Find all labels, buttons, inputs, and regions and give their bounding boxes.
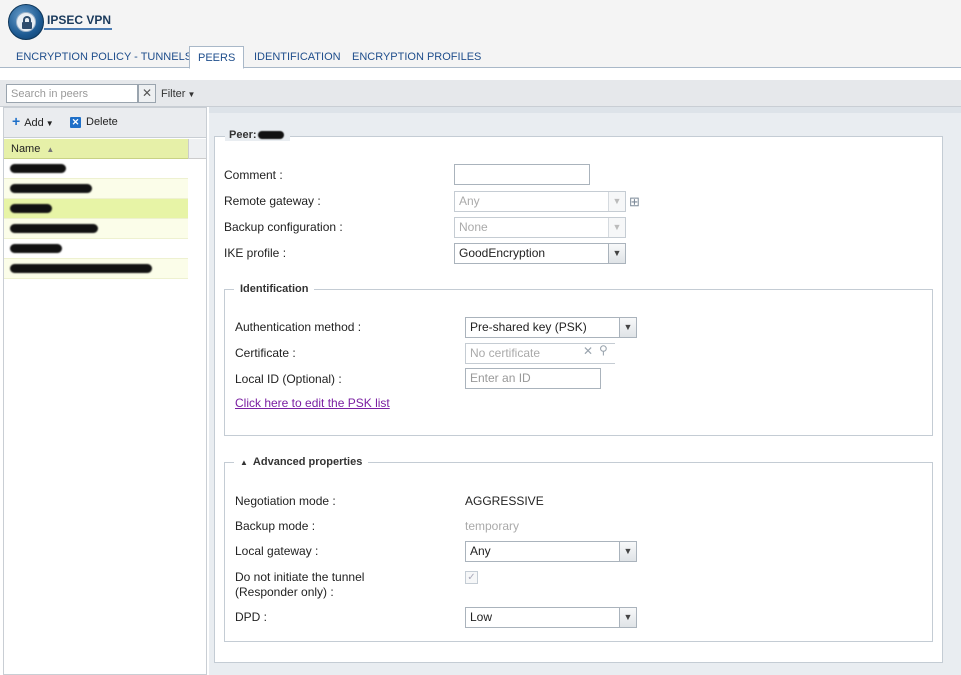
tab-peers[interactable]: PEERS <box>189 46 245 69</box>
advanced-properties-legend: Advanced properties <box>252 456 363 468</box>
chevron-down-icon: ▼ <box>608 244 625 263</box>
certificate-label: Certificate : <box>235 346 296 360</box>
tab-bar: ENCRYPTION POLICY - TUNNELS PEERS IDENTI… <box>0 44 961 69</box>
redacted-name <box>10 204 52 213</box>
table-row[interactable] <box>4 239 188 259</box>
local-id-placeholder: Enter an ID <box>470 371 531 385</box>
auth-method-label: Authentication method : <box>235 320 362 334</box>
auth-method-value: Pre-shared key (PSK) <box>470 320 587 334</box>
chevron-down-icon: ▼ <box>608 192 625 211</box>
auth-method-select[interactable]: Pre-shared key (PSK) ▼ <box>465 317 637 338</box>
chevron-down-icon: ▼ <box>619 318 636 337</box>
table-row-selected[interactable] <box>4 199 188 219</box>
local-gateway-label: Local gateway : <box>235 544 319 558</box>
remote-gateway-label: Remote gateway : <box>224 194 321 208</box>
chevron-down-icon: ▼ <box>45 119 54 128</box>
peer-detail-area: Peer: Comment : Remote gateway : Any ▼ ⊞… <box>209 107 961 675</box>
peer-legend: Peer: <box>225 129 290 141</box>
column-header-name[interactable]: Name ▲ <box>4 139 188 159</box>
ike-profile-value: GoodEncryption <box>459 246 546 260</box>
search-icon: ⚲ <box>599 343 608 357</box>
remote-gateway-value: Any <box>459 194 480 208</box>
certificate-placeholder: No certificate <box>470 346 541 360</box>
table-row[interactable] <box>4 219 188 239</box>
app-title: IPSEC VPN <box>47 13 112 27</box>
responder-only-label-1: Do not initiate the tunnel <box>235 570 365 584</box>
comment-label: Comment : <box>224 168 283 182</box>
redacted-name <box>10 164 66 173</box>
clear-search-icon[interactable]: ✕ <box>138 84 156 103</box>
chevron-down-icon: ▼ <box>619 608 636 627</box>
tab-encryption-policy-tunnels[interactable]: ENCRYPTION POLICY - TUNNELS <box>8 46 200 68</box>
dpd-select[interactable]: Low ▼ <box>465 607 637 628</box>
redacted-name <box>10 224 98 233</box>
backup-mode-label: Backup mode : <box>235 519 316 533</box>
search-input[interactable] <box>6 84 138 103</box>
ike-profile-select[interactable]: GoodEncryption ▼ <box>454 243 626 264</box>
responder-only-checkbox: ✓ <box>465 571 478 584</box>
add-label: Add <box>24 117 44 129</box>
search-toolbar: ✕ Filter▼ <box>0 80 961 107</box>
filter-button[interactable]: Filter ▼ <box>161 88 195 100</box>
local-id-label: Local ID (Optional) : <box>235 372 342 386</box>
ike-profile-label: IKE profile : <box>224 246 287 260</box>
sort-asc-icon: ▲ <box>46 145 55 154</box>
redacted-name <box>10 184 92 193</box>
table-row[interactable] <box>4 259 188 279</box>
peer-legend-label: Peer: <box>229 129 257 141</box>
remote-gateway-select: Any ▼ <box>454 191 626 212</box>
column-header-spacer <box>188 139 206 159</box>
redacted-name <box>10 264 152 273</box>
local-id-input[interactable]: Enter an ID <box>465 368 601 389</box>
backup-configuration-value: None <box>459 220 488 234</box>
advanced-properties-toggle[interactable]: ▲ Advanced properties <box>234 456 369 468</box>
edit-psk-list-link[interactable]: Click here to edit the PSK list <box>235 396 390 410</box>
identification-legend: Identification <box>234 283 315 295</box>
backup-mode-value: temporary <box>465 519 520 533</box>
redacted-peer-name <box>257 131 284 140</box>
tab-encryption-profiles[interactable]: ENCRYPTION PROFILES <box>344 46 489 68</box>
local-gateway-value: Any <box>470 544 491 558</box>
backup-configuration-label: Backup configuration : <box>224 220 343 234</box>
dpd-label: DPD : <box>235 610 268 624</box>
delete-icon: ✕ <box>70 117 81 128</box>
local-gateway-select[interactable]: Any ▼ <box>465 541 637 562</box>
backup-configuration-select: None ▼ <box>454 217 626 238</box>
negotiation-mode-label: Negotiation mode : <box>235 494 336 508</box>
plus-icon: + <box>12 113 21 129</box>
delete-label: Delete <box>86 116 118 128</box>
collapse-arrow-icon: ▲ <box>240 458 248 467</box>
add-button[interactable]: + Add ▼ <box>12 113 54 129</box>
dpd-value: Low <box>470 610 493 624</box>
responder-only-label-2: (Responder only) : <box>235 585 334 599</box>
redacted-name <box>10 244 62 253</box>
peers-list-toolbar: + Add ▼ ✕ Delete <box>4 108 206 138</box>
delete-button[interactable]: ✕ Delete <box>70 116 118 128</box>
tab-identification[interactable]: IDENTIFICATION <box>246 46 349 68</box>
title-underline <box>44 28 112 30</box>
filter-label: Filter <box>161 88 186 100</box>
clear-icon: ✕ <box>583 344 594 358</box>
table-row[interactable] <box>4 179 188 199</box>
peers-list-panel: + Add ▼ ✕ Delete Name ▲ <box>3 107 207 675</box>
negotiation-mode-value: AGGRESSIVE <box>465 494 544 508</box>
table-row[interactable] <box>4 159 188 179</box>
chevron-down-icon: ▼ <box>608 218 625 237</box>
main-top-strip <box>209 107 961 113</box>
app-header: IPSEC VPN <box>0 0 961 44</box>
chevron-down-icon: ▼ <box>619 542 636 561</box>
add-object-icon[interactable]: ⊞ <box>629 194 640 210</box>
comment-input[interactable] <box>454 164 590 185</box>
vpn-lock-icon <box>8 4 44 40</box>
column-header-label: Name <box>11 143 41 155</box>
chevron-down-icon: ▼ <box>187 90 196 99</box>
